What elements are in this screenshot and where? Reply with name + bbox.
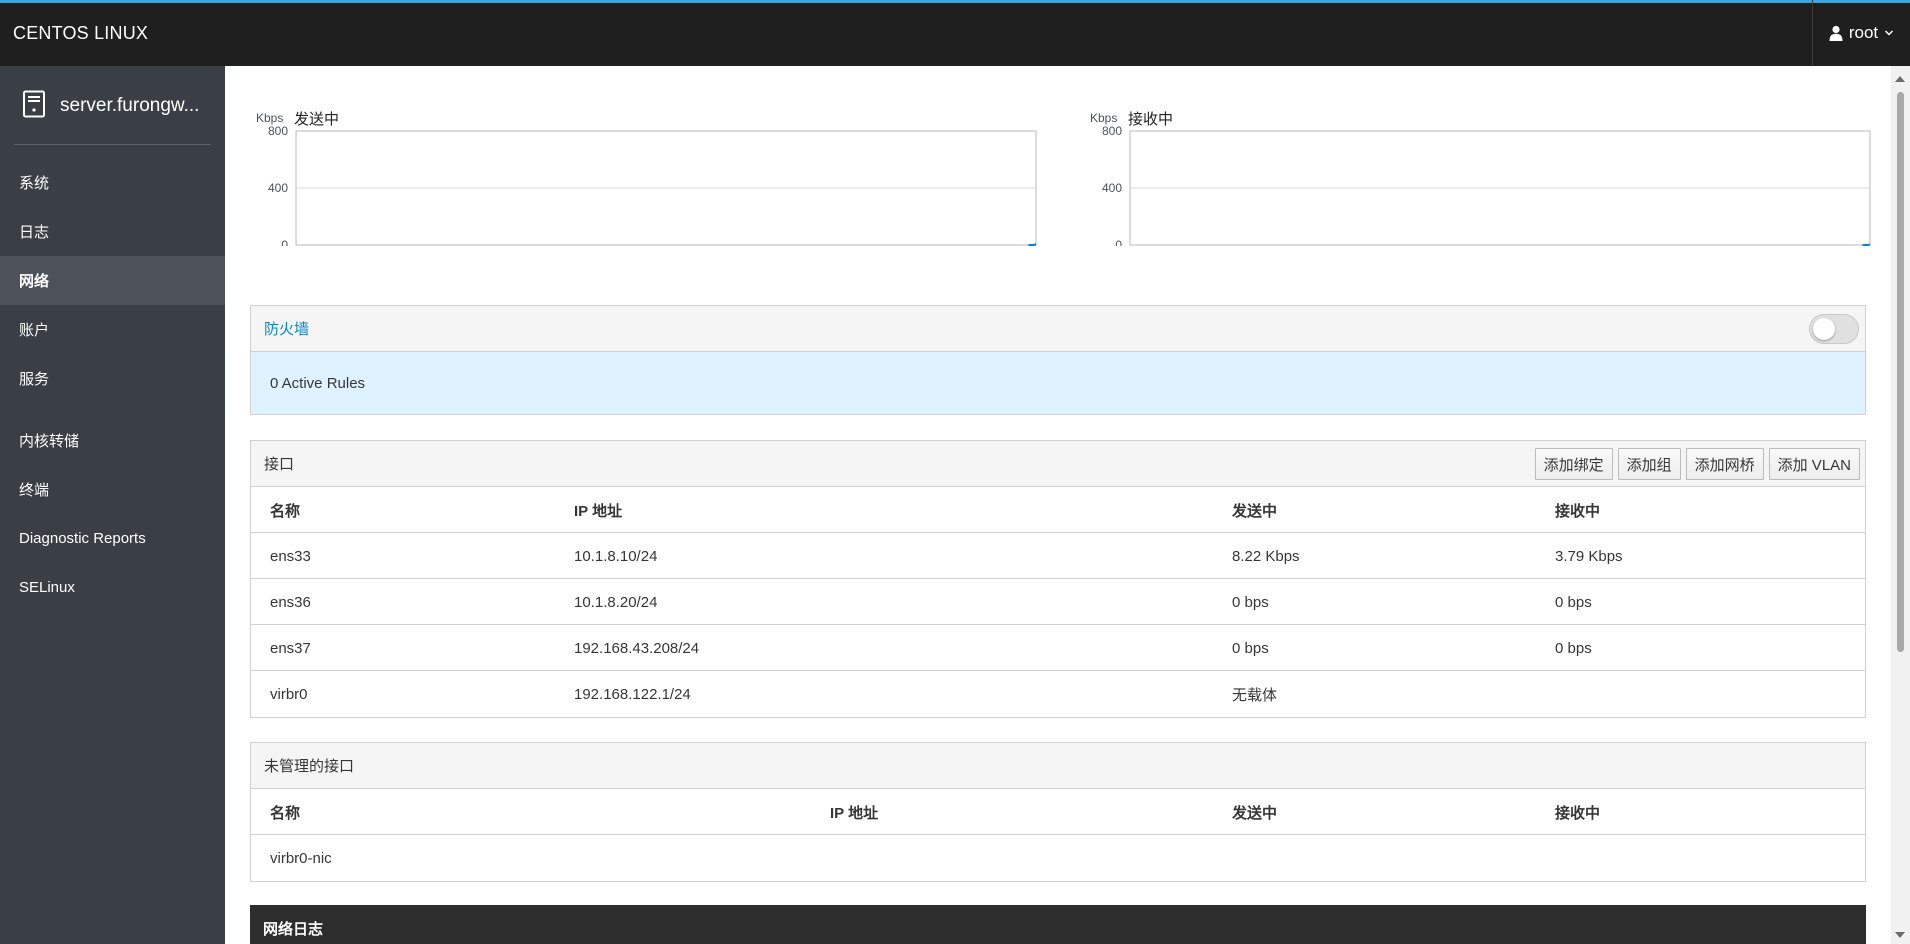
host-switcher[interactable]: server.furongw...	[0, 66, 225, 146]
network-log-title: 网络日志	[263, 920, 324, 938]
interface-name: ens37	[270, 639, 311, 657]
column-header-sending: 发送中	[1232, 804, 1278, 822]
sidebar-item-networking[interactable]: 网络	[0, 256, 225, 305]
interface-receiving: 0 bps	[1555, 593, 1592, 611]
interfaces-panel: 接口 添加绑定 添加组 添加网桥 添加 VLAN 名称 IP 地址 发送中 接收…	[250, 440, 1866, 718]
column-header-receiving: 接收中	[1555, 804, 1601, 822]
sidebar-item-accounts[interactable]: 账户	[0, 305, 225, 354]
interface-sending: 8.22 Kbps	[1232, 547, 1300, 565]
sidebar-item-kdump[interactable]: 内核转储	[0, 416, 225, 465]
y-tick-label: 800	[1102, 124, 1122, 138]
user-name: root	[1848, 23, 1879, 42]
table-row[interactable]: virbr0-nic	[251, 835, 1865, 881]
y-tick-label: 0	[1115, 238, 1122, 246]
table-header: 名称 IP 地址 发送中 接收中	[251, 487, 1865, 533]
firewall-toggle[interactable]	[1809, 314, 1859, 344]
firewall-rules: 0 Active Rules	[251, 352, 1865, 414]
interface-name: virbr0-nic	[270, 849, 332, 867]
interface-sending: 无载体	[1232, 686, 1278, 704]
series-line	[1862, 243, 1871, 246]
interface-name: ens36	[270, 593, 311, 611]
interface-sending: 0 bps	[1232, 639, 1269, 657]
table-row[interactable]: virbr0 192.168.122.1/24 无载体	[251, 671, 1865, 717]
interface-receiving: 3.79 Kbps	[1555, 547, 1623, 565]
interfaces-title: 接口	[264, 456, 295, 473]
interfaces-header: 接口 添加绑定 添加组 添加网桥 添加 VLAN	[251, 441, 1865, 487]
interface-sending: 0 bps	[1232, 593, 1269, 611]
chart-unit-label: Kbps	[1090, 111, 1118, 125]
add-team-button[interactable]: 添加组	[1617, 448, 1681, 480]
toggle-knob	[1813, 318, 1835, 340]
sidebar: server.furongw... 系统 日志 网络 账户 服务 内核转储 终端…	[0, 66, 225, 944]
table-row[interactable]: ens33 10.1.8.10/24 8.22 Kbps 3.79 Kbps	[251, 533, 1865, 579]
receiving-chart: 800400011:5311:5411:5511:5611:57 Kbps 接收…	[1084, 96, 1891, 246]
series-line	[1028, 243, 1037, 246]
column-header-receiving: 接收中	[1555, 502, 1601, 520]
sidebar-divider	[14, 144, 211, 145]
network-log-header[interactable]: 网络日志	[250, 905, 1866, 944]
unmanaged-interfaces-panel: 未管理的接口 名称 IP 地址 发送中 接收中 virbr0-nic	[250, 742, 1866, 882]
column-header-name: 名称	[270, 502, 301, 520]
chart-title: 接收中	[1128, 111, 1174, 128]
interface-actions: 添加绑定 添加组 添加网桥 添加 VLAN	[1534, 448, 1860, 480]
interface-ip: 10.1.8.20/24	[574, 593, 658, 611]
scroll-down-icon[interactable]	[1895, 932, 1905, 938]
sidebar-item-services[interactable]: 服务	[0, 354, 225, 403]
unmanaged-header: 未管理的接口	[251, 743, 1865, 789]
y-tick-label: 400	[268, 181, 288, 195]
add-bond-button[interactable]: 添加绑定	[1534, 448, 1613, 480]
y-tick-label: 800	[268, 124, 288, 138]
scroll-up-icon[interactable]	[1895, 76, 1905, 82]
interface-name: ens33	[270, 547, 311, 565]
brand-title: CENTOS LINUX	[13, 23, 149, 43]
chart-unit-label: Kbps	[256, 111, 284, 125]
host-name: server.furongw...	[60, 95, 200, 116]
y-tick-label: 400	[1102, 181, 1122, 195]
column-header-name: 名称	[270, 804, 301, 822]
table-row[interactable]: ens36 10.1.8.20/24 0 bps 0 bps	[251, 579, 1865, 625]
sidebar-item-system[interactable]: 系统	[0, 158, 225, 207]
table-header: 名称 IP 地址 发送中 接收中	[251, 789, 1865, 835]
chart-title: 发送中	[294, 111, 340, 128]
column-header-ip: IP 地址	[830, 804, 879, 822]
add-vlan-button[interactable]: 添加 VLAN	[1768, 448, 1860, 480]
user-icon	[1829, 25, 1843, 41]
user-menu[interactable]: root	[1812, 0, 1910, 66]
sidebar-item-logs[interactable]: 日志	[0, 207, 225, 256]
server-icon	[22, 90, 46, 122]
firewall-panel: 防火墙 0 Active Rules	[250, 305, 1866, 415]
scroll-thumb[interactable]	[1897, 92, 1904, 652]
add-bridge-button[interactable]: 添加网桥	[1685, 448, 1764, 480]
y-tick-label: 0	[281, 238, 288, 246]
interface-ip: 10.1.8.10/24	[574, 547, 658, 565]
table-row[interactable]: ens37 192.168.43.208/24 0 bps 0 bps	[251, 625, 1865, 671]
chevron-down-icon	[1884, 28, 1894, 38]
scrollbar[interactable]	[1891, 66, 1910, 944]
main-content: 800400011:5311:5411:5511:5611:57 Kbps 发送…	[225, 66, 1891, 944]
interface-ip: 192.168.43.208/24	[574, 639, 700, 657]
sending-chart: 800400011:5311:5411:5511:5611:57 Kbps 发送…	[250, 96, 1061, 246]
firewall-header: 防火墙	[251, 306, 1865, 352]
interface-ip: 192.168.122.1/24	[574, 685, 691, 703]
unmanaged-title: 未管理的接口	[264, 758, 355, 775]
top-bar: CENTOS LINUX root	[0, 0, 1910, 66]
sidebar-item-diagnostic-reports[interactable]: Diagnostic Reports	[0, 514, 225, 563]
sidebar-item-terminal[interactable]: 终端	[0, 465, 225, 514]
sidebar-item-selinux[interactable]: SELinux	[0, 563, 225, 612]
firewall-link[interactable]: 防火墙	[264, 318, 309, 339]
interface-receiving: 0 bps	[1555, 639, 1592, 657]
interface-name: virbr0	[270, 685, 308, 703]
column-header-sending: 发送中	[1232, 502, 1278, 520]
column-header-ip: IP 地址	[574, 502, 623, 520]
